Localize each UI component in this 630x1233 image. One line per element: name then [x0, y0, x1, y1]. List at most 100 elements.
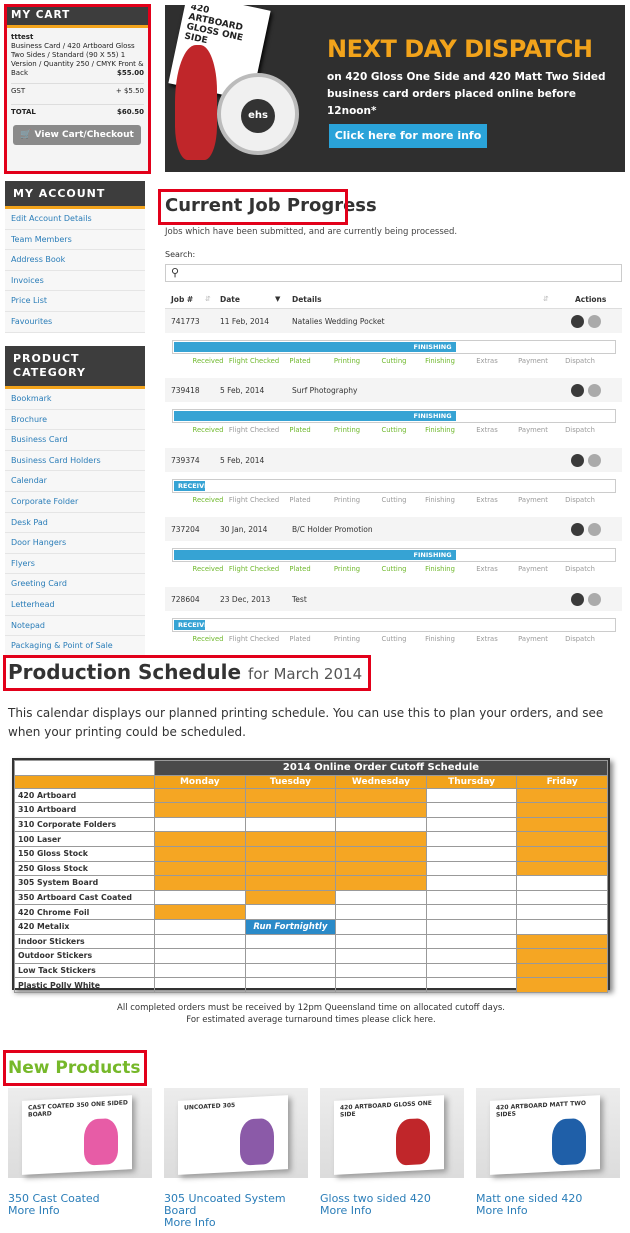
- cutoff-cell: [516, 933, 608, 950]
- empty-cell: [425, 787, 518, 804]
- job-row[interactable]: 728604 23 Dec, 2013 Test: [165, 587, 622, 611]
- view-icon[interactable]: [571, 523, 584, 536]
- view-icon[interactable]: [571, 315, 584, 328]
- cutoff-cell: [335, 860, 427, 877]
- more-info-link[interactable]: More Info: [476, 1205, 616, 1217]
- cutoff-cell: [244, 787, 337, 804]
- empty-cell: [244, 904, 337, 920]
- product-card: 420 ARTBOARD MATT TWO SIDES: [490, 1095, 600, 1175]
- job-id: 739418: [171, 386, 200, 395]
- step-label: Extras: [476, 496, 498, 504]
- category-link[interactable]: Notepad: [5, 615, 145, 637]
- job-row[interactable]: 739418 5 Feb, 2014 Surf Photography: [165, 378, 622, 402]
- track-icon[interactable]: [588, 384, 601, 397]
- search-icon: ⚲: [171, 266, 180, 279]
- progress-status: RECEIVED: [174, 620, 214, 630]
- product-image[interactable]: 420 ARTBOARD MATT TWO SIDES: [476, 1088, 620, 1178]
- more-info-link[interactable]: More Info: [164, 1217, 304, 1229]
- note-cutoff: All completed orders must be received by…: [117, 1003, 505, 1013]
- step-label: Dispatch: [565, 565, 595, 573]
- step-label: Received: [192, 496, 224, 504]
- empty-cell: [154, 962, 246, 979]
- empty-cell: [154, 889, 246, 906]
- category-link[interactable]: Business Card Holders: [5, 450, 145, 472]
- category-panel: PRODUCT CATEGORY Bookmark Brochure Busines…: [5, 346, 145, 657]
- category-link[interactable]: Greeting Card: [5, 574, 145, 595]
- category-link[interactable]: Packaging & Point of Sale: [5, 636, 145, 657]
- product-image[interactable]: CAST COATED 350 ONE SIDED BOARD: [8, 1088, 152, 1178]
- progress-steps: Received Flight Checked Plated Printing Cutt…: [172, 565, 616, 577]
- stock-name: Low Tack Stickers: [14, 962, 155, 979]
- progress-steps: Received Flight Checked Plated Printing Cutt…: [172, 496, 616, 508]
- view-icon[interactable]: [571, 384, 584, 397]
- empty-cell: [244, 977, 337, 993]
- stock-name: 420 Metalix: [14, 918, 155, 935]
- more-info-link[interactable]: More Info: [320, 1205, 460, 1217]
- view-icon[interactable]: [571, 454, 584, 467]
- job-row[interactable]: 739374 5 Feb, 2014: [165, 448, 622, 472]
- empty-cell: [516, 904, 608, 920]
- col-details[interactable]: Details: [292, 295, 322, 304]
- progress-bar: FINISHING: [172, 409, 616, 423]
- category-link[interactable]: Calendar: [5, 471, 145, 492]
- step-label: Payment: [518, 496, 548, 504]
- more-info-button[interactable]: Click here for more info: [329, 124, 487, 148]
- empty-cell: [244, 933, 337, 950]
- category-link[interactable]: Business Card: [5, 430, 145, 451]
- col-actions: Actions: [575, 295, 607, 304]
- track-icon[interactable]: [588, 593, 601, 606]
- promo-banner[interactable]: 420 ARTBOARD GLOSS ONE SIDE ehs NEXT DAY…: [165, 5, 625, 172]
- category-link[interactable]: Brochure: [5, 409, 145, 431]
- cutoff-cell: [516, 977, 608, 993]
- account-title: MY ACCOUNT: [5, 181, 145, 209]
- step-label: Cutting: [381, 357, 407, 365]
- step-label: Dispatch: [565, 426, 595, 434]
- more-info-link[interactable]: More Info: [8, 1205, 148, 1217]
- category-link[interactable]: Door Hangers: [5, 533, 145, 554]
- category-link[interactable]: Corporate Folder: [5, 491, 145, 513]
- account-panel: MY ACCOUNT Edit Account Details Team Memb…: [5, 181, 145, 333]
- stock-name: 350 Artboard Cast Coated: [14, 889, 155, 906]
- cutoff-cell: [516, 948, 608, 964]
- account-link[interactable]: Address Book: [5, 250, 145, 271]
- step-label: Flight Checked: [228, 426, 280, 434]
- empty-cell: [425, 860, 518, 877]
- job-row[interactable]: 737204 30 Jan, 2014 B/C Holder Promotion: [165, 517, 622, 541]
- track-icon[interactable]: [588, 315, 601, 328]
- step-label: Dispatch: [565, 635, 595, 643]
- step-label: Payment: [518, 565, 548, 573]
- product-image[interactable]: UNCOATED 305: [164, 1088, 308, 1178]
- product-card-label: CAST COATED 350 ONE SIDED BOARD: [28, 1099, 128, 1119]
- empty-cell: [425, 948, 518, 964]
- track-icon[interactable]: [588, 454, 601, 467]
- step-label: Received: [192, 565, 224, 573]
- step-label: Received: [192, 357, 224, 365]
- product-name-link[interactable]: 305 Uncoated System Board: [164, 1193, 304, 1217]
- empty-cell: [154, 933, 246, 950]
- account-link[interactable]: Price List: [5, 291, 145, 312]
- col-date[interactable]: Date: [220, 295, 240, 304]
- account-link[interactable]: Favourites: [5, 311, 145, 333]
- category-link[interactable]: Desk Pad: [5, 512, 145, 534]
- view-icon[interactable]: [571, 593, 584, 606]
- empty-cell: [425, 875, 518, 891]
- job-row[interactable]: 741773 11 Feb, 2014 Natalies Wedding Poc…: [165, 309, 622, 333]
- col-job[interactable]: Job #: [171, 295, 193, 304]
- job-date: 30 Jan, 2014: [220, 525, 268, 534]
- category-link[interactable]: Flyers: [5, 553, 145, 575]
- product-card: UNCOATED 305: [178, 1095, 288, 1175]
- account-link[interactable]: Team Members: [5, 229, 145, 251]
- highlight-box: [3, 1050, 147, 1086]
- search-input[interactable]: ⚲: [165, 264, 622, 282]
- account-link[interactable]: Edit Account Details: [5, 209, 145, 230]
- account-link[interactable]: Invoices: [5, 270, 145, 292]
- clock-logo: ehs: [241, 99, 275, 133]
- track-icon[interactable]: [588, 523, 601, 536]
- product-image[interactable]: 420 ARTBOARD GLOSS ONE SIDE: [320, 1088, 464, 1178]
- category-link[interactable]: Letterhead: [5, 594, 145, 616]
- category-link[interactable]: Bookmark: [5, 389, 145, 410]
- step-label: Printing: [333, 635, 361, 643]
- turnaround-link[interactable]: For estimated average turnaround times p…: [12, 1014, 610, 1026]
- sort-icon: ⇵: [205, 295, 211, 303]
- progress-bar: FINISHING: [172, 548, 616, 562]
